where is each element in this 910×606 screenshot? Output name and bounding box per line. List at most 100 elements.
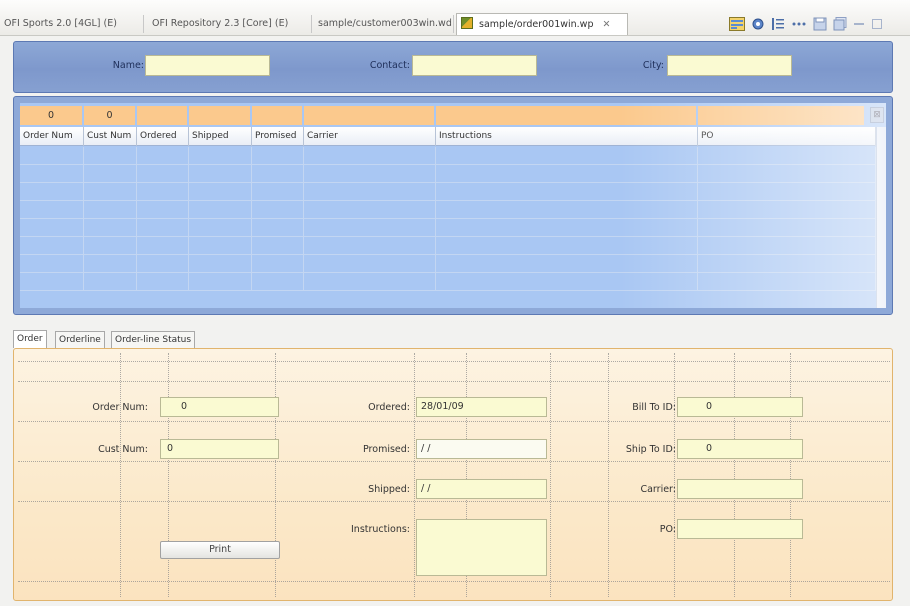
tab-order-window[interactable]: sample/order001win.wp ✕ xyxy=(456,13,628,35)
name-filter-input[interactable] xyxy=(145,55,270,76)
table-cell-ordered xyxy=(137,219,189,237)
table-cell-po xyxy=(698,201,876,219)
carrier-field[interactable] xyxy=(677,479,803,499)
table-cell-instructions xyxy=(436,237,698,255)
tab-orderline[interactable]: Orderline xyxy=(55,331,105,348)
tab-ext: (E) xyxy=(103,18,117,29)
table-cell-cust-num xyxy=(84,183,137,201)
gear-icon[interactable] xyxy=(750,17,766,33)
grid-guide-h xyxy=(18,421,890,422)
grid-guide-v xyxy=(120,353,121,597)
summary-cell-carrier xyxy=(304,106,436,125)
table-cell-order-num xyxy=(20,183,84,201)
column-header-po[interactable]: PO xyxy=(698,127,876,146)
summary-cell-order-num: 0 xyxy=(20,106,84,125)
tab-label: OFI Repository 2.3 [Core] xyxy=(152,18,272,29)
maximize-icon[interactable] xyxy=(870,17,884,33)
table-row[interactable] xyxy=(20,147,876,165)
close-tab-icon[interactable]: ✕ xyxy=(603,19,611,30)
tab-ofi-repository[interactable]: OFI Repository 2.3 [Core] (E) xyxy=(150,15,312,33)
promised-date-field[interactable]: / / xyxy=(416,439,547,459)
table-row[interactable] xyxy=(20,183,876,201)
table-cell-ordered xyxy=(137,237,189,255)
tab-label: sample/order001win.wp xyxy=(479,19,594,30)
clear-filter-icon[interactable]: ⊠ xyxy=(870,107,884,123)
editor-tab-strip: OFI Sports 2.0 [4GL] (E) OFI Repository … xyxy=(0,0,910,36)
table-cell-po xyxy=(698,237,876,255)
column-header-promised[interactable]: Promised xyxy=(252,127,304,146)
print-button[interactable]: Print xyxy=(160,541,280,559)
tab-label: sample/customer003win.wd xyxy=(318,18,452,29)
grid-layout-icon[interactable] xyxy=(728,17,746,33)
table-cell-cust-num xyxy=(84,237,137,255)
carrier-label: Carrier: xyxy=(640,484,676,495)
table-cell-po xyxy=(698,273,876,291)
table-cell-promised xyxy=(252,273,304,291)
table-cell-po xyxy=(698,183,876,201)
ordered-label: Ordered: xyxy=(368,402,410,413)
tab-customer-window[interactable]: sample/customer003win.wd xyxy=(316,15,454,33)
table-cell-order-num xyxy=(20,147,84,165)
column-header-order-num[interactable]: Order Num xyxy=(20,127,84,146)
summary-cell-promised xyxy=(252,106,304,125)
order-num-field[interactable]: 0 xyxy=(160,397,279,417)
table-cell-carrier xyxy=(304,219,436,237)
shipped-date-field[interactable]: / / xyxy=(416,479,547,499)
save-all-icon[interactable] xyxy=(832,17,848,33)
grid-guide-h xyxy=(18,581,890,582)
minimize-icon[interactable] xyxy=(852,17,866,33)
city-filter-input[interactable] xyxy=(667,55,792,76)
po-field[interactable] xyxy=(677,519,803,539)
city-label: City: xyxy=(642,60,664,71)
table-cell-promised xyxy=(252,219,304,237)
table-cell-instructions xyxy=(436,273,698,291)
table-cell-promised xyxy=(252,237,304,255)
list-icon[interactable] xyxy=(770,17,786,33)
column-header-carrier[interactable]: Carrier xyxy=(304,127,436,146)
table-row[interactable] xyxy=(20,255,876,273)
table-cell-shipped xyxy=(189,237,252,255)
table-cell-ordered xyxy=(137,147,189,165)
table-cell-promised xyxy=(252,183,304,201)
grid-guide-v xyxy=(550,353,551,597)
table-cell-cust-num xyxy=(84,255,137,273)
table-cell-instructions xyxy=(436,201,698,219)
table-cell-po xyxy=(698,255,876,273)
orders-browse[interactable]: 00 ⊠ Order Num Cust Num Ordered Shipped Prom… xyxy=(20,103,886,308)
table-cell-po xyxy=(698,219,876,237)
table-cell-order-num xyxy=(20,237,84,255)
table-cell-cust-num xyxy=(84,165,137,183)
column-header-cust-num[interactable]: Cust Num xyxy=(84,127,137,146)
table-cell-carrier xyxy=(304,237,436,255)
table-cell-shipped xyxy=(189,201,252,219)
table-row[interactable] xyxy=(20,273,876,291)
column-header-ordered[interactable]: Ordered xyxy=(137,127,189,146)
column-header-instructions[interactable]: Instructions xyxy=(436,127,698,146)
orders-grid-panel: 00 ⊠ Order Num Cust Num Ordered Shipped Prom… xyxy=(13,96,893,315)
more-options-icon[interactable] xyxy=(790,17,808,33)
column-header-shipped[interactable]: Shipped xyxy=(189,127,252,146)
save-icon[interactable] xyxy=(812,17,828,33)
tab-ofi-sports[interactable]: OFI Sports 2.0 [4GL] (E) xyxy=(2,15,144,33)
table-cell-ordered xyxy=(137,273,189,291)
tab-orderline-status[interactable]: Order-line Status xyxy=(111,331,196,348)
table-row[interactable] xyxy=(20,237,876,255)
name-label: Name: xyxy=(112,60,144,71)
instructions-label: Instructions: xyxy=(351,524,410,535)
ordered-date-field[interactable]: 28/01/09 xyxy=(416,397,547,417)
tab-order[interactable]: Order xyxy=(13,330,47,348)
bill-to-field[interactable]: 0 xyxy=(677,397,803,417)
grid-guide-v xyxy=(275,353,276,597)
grid-scrollbar[interactable] xyxy=(876,127,886,308)
contact-filter-input[interactable] xyxy=(412,55,537,76)
table-row[interactable] xyxy=(20,201,876,219)
cust-num-field[interactable]: 0 xyxy=(160,439,279,459)
ship-to-field[interactable]: 0 xyxy=(677,439,803,459)
table-row[interactable] xyxy=(20,165,876,183)
grid-guide-v xyxy=(608,353,609,597)
table-row[interactable] xyxy=(20,219,876,237)
table-cell-cust-num xyxy=(84,147,137,165)
table-cell-shipped xyxy=(189,273,252,291)
table-cell-carrier xyxy=(304,147,436,165)
instructions-field[interactable] xyxy=(416,519,547,576)
